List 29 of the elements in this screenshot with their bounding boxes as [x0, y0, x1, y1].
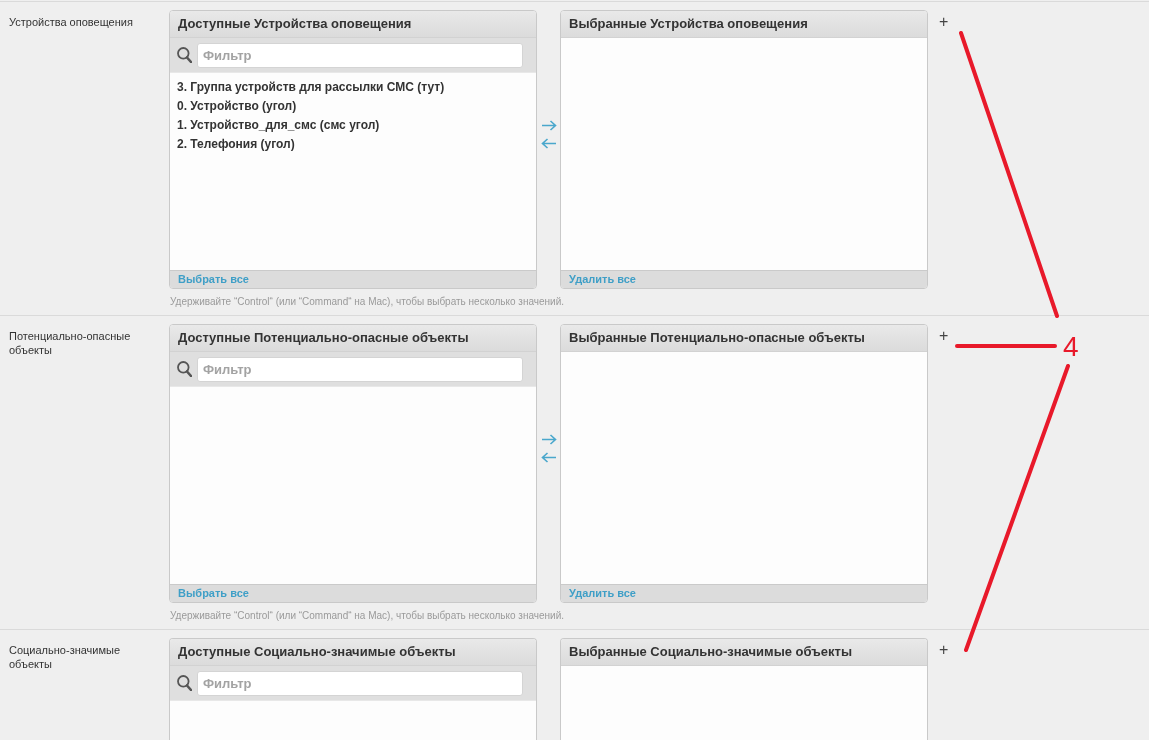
panel-title: Выбранные Социально-значимые объекты [561, 639, 927, 666]
add-link[interactable]: + [939, 642, 949, 658]
arrow-right-icon[interactable] [540, 434, 557, 445]
filter-field[interactable]: Фильтр [197, 356, 523, 382]
list-option[interactable]: 3. Группа устройств для рассылки СМС (тут) [177, 78, 445, 97]
filter-field[interactable]: Фильтр [197, 42, 523, 68]
search-icon [177, 47, 192, 63]
annotation-number: 4 [1063, 333, 1079, 361]
search-icon [177, 361, 192, 377]
help-text: Удерживайте “Control“ (или “Command“ на Mac), чтобы выбрать несколько значений. [169, 609, 565, 622]
arrow-left-icon[interactable] [540, 138, 557, 149]
panel-title: Доступные Социально-значимые объекты [170, 639, 536, 666]
search-icon [177, 675, 192, 691]
add-link[interactable]: + [939, 14, 949, 30]
field-label: Потенциально-опасные объекты [9, 330, 131, 356]
list-option[interactable]: 0. Устройство (угол) [177, 97, 297, 116]
panel-title: Доступные Потенциально-опасные объекты [170, 325, 536, 352]
list-option[interactable]: 2. Телефония (угол) [177, 135, 295, 154]
panel-title: Выбранные Устройства оповещения [561, 11, 927, 38]
list-option[interactable]: 1. Устройство_для_смс (смс угол) [177, 116, 380, 135]
panel-title: Выбранные Потенциально-опасные объекты [561, 325, 927, 352]
field-label: Устройства оповещения [9, 16, 133, 28]
field-label: Социально-значимые объекты [9, 644, 121, 670]
arrow-right-icon[interactable] [540, 120, 557, 131]
add-link[interactable]: + [939, 328, 949, 344]
help-text: Удерживайте “Control“ (или “Command“ на Mac), чтобы выбрать несколько значений. [169, 295, 565, 308]
arrow-left-icon[interactable] [540, 452, 557, 463]
filter-field[interactable]: Фильтр [197, 670, 523, 696]
panel-title: Доступные Устройства оповещения [170, 11, 536, 38]
